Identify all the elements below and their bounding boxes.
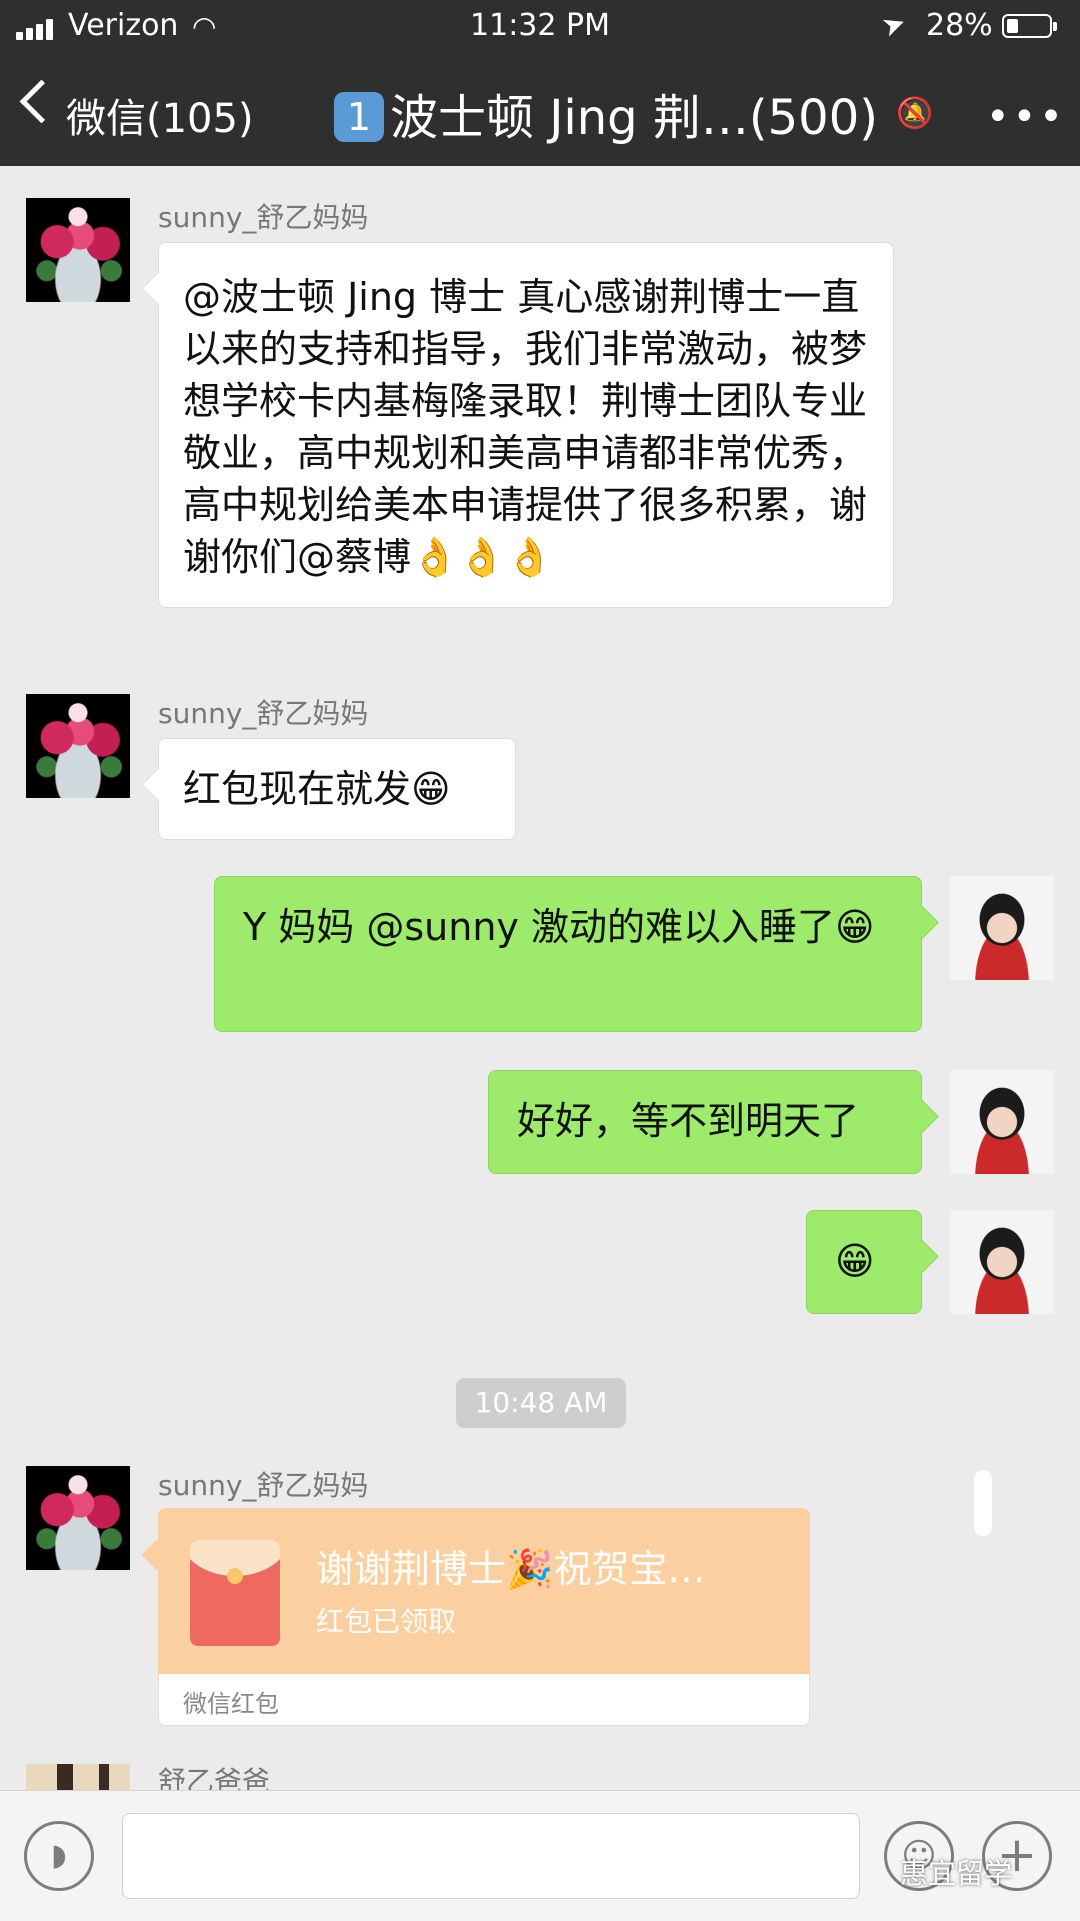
red-packet-card[interactable]: 谢谢荆博士🎉祝贺宝… 红包已领取 微信红包 xyxy=(158,1508,810,1726)
message-text: 好好，等不到明天了 xyxy=(517,1099,860,1143)
group-badge: 1 xyxy=(334,92,384,142)
red-packet-title: 谢谢荆博士🎉祝贺宝… xyxy=(316,1547,706,1591)
avatar-self[interactable] xyxy=(950,1210,1054,1314)
message-text: 😁 xyxy=(835,1239,875,1283)
back-button[interactable]: 微信(105) xyxy=(66,86,254,144)
avatar[interactable] xyxy=(26,198,130,302)
message-bubble-outgoing[interactable]: Y 妈妈 @sunny 激动的难以入睡了😁 xyxy=(214,876,922,1032)
more-dots-icon[interactable]: ••• xyxy=(986,94,1066,140)
message-bubble-outgoing[interactable]: 😁 xyxy=(806,1210,922,1314)
scroll-indicator[interactable] xyxy=(974,1470,992,1536)
red-packet-label: 微信红包 xyxy=(183,1690,279,1718)
message-bubble[interactable]: @波士顿 Jing 博士 真心感谢荆博士一直以来的支持和指导，我们非常激动，被梦… xyxy=(158,242,894,608)
sender-name: sunny_舒乙妈妈 xyxy=(158,697,369,730)
message-text: @波士顿 Jing 博士 真心感谢荆博士一直以来的支持和指导，我们非常激动，被梦… xyxy=(183,275,868,579)
message-text: 红包现在就发😁 xyxy=(183,767,451,811)
message-bubble-outgoing[interactable]: 好好，等不到明天了 xyxy=(488,1070,922,1174)
avatar-self[interactable] xyxy=(950,876,1054,980)
top-bar: Verizon ◠ 11:32 PM ➤ 28% 微信(105) 1 波士顿 Ji… xyxy=(0,0,1080,166)
sender-name: sunny_舒乙妈妈 xyxy=(158,1469,369,1502)
message-input[interactable] xyxy=(122,1813,860,1899)
avatar[interactable] xyxy=(26,694,130,798)
message-bubble[interactable]: 红包现在就发😁 xyxy=(158,738,516,840)
red-packet-footer: 微信红包 xyxy=(158,1674,810,1726)
voice-icon[interactable]: ◗ xyxy=(24,1821,94,1891)
avatar[interactable] xyxy=(26,1466,130,1570)
watermark: 惠宜留学 xyxy=(900,1857,1013,1890)
time-divider: 10:48 AM xyxy=(456,1378,626,1428)
status-time: 11:32 PM xyxy=(470,8,610,43)
status-bar: Verizon ◠ 11:32 PM ➤ 28% xyxy=(0,0,1080,56)
message-text: Y 妈妈 @sunny 激动的难以入睡了😁 xyxy=(243,905,875,949)
avatar-self[interactable] xyxy=(950,1070,1054,1174)
avatar[interactable] xyxy=(26,1764,130,1790)
red-packet-body: 谢谢荆博士🎉祝贺宝… 红包已领取 xyxy=(158,1508,810,1674)
back-arrow-icon[interactable] xyxy=(19,79,64,124)
battery-icon xyxy=(1002,14,1057,38)
nav-bar: 微信(105) 1 波士顿 Jing 荆…(500) 🔕 ••• xyxy=(0,64,1080,160)
sender-name: sunny_舒乙妈妈 xyxy=(158,201,369,234)
chat-title-text: 波士顿 Jing 荆…(500) xyxy=(390,90,878,146)
red-envelope-icon xyxy=(190,1540,280,1646)
mute-bell-icon: 🔕 xyxy=(896,96,934,131)
battery-fill xyxy=(1007,19,1018,33)
red-packet-status: 红包已领取 xyxy=(316,1605,457,1638)
chat-title: 1 波士顿 Jing 荆…(500) xyxy=(334,78,878,148)
battery-percent: 28% xyxy=(926,8,993,43)
